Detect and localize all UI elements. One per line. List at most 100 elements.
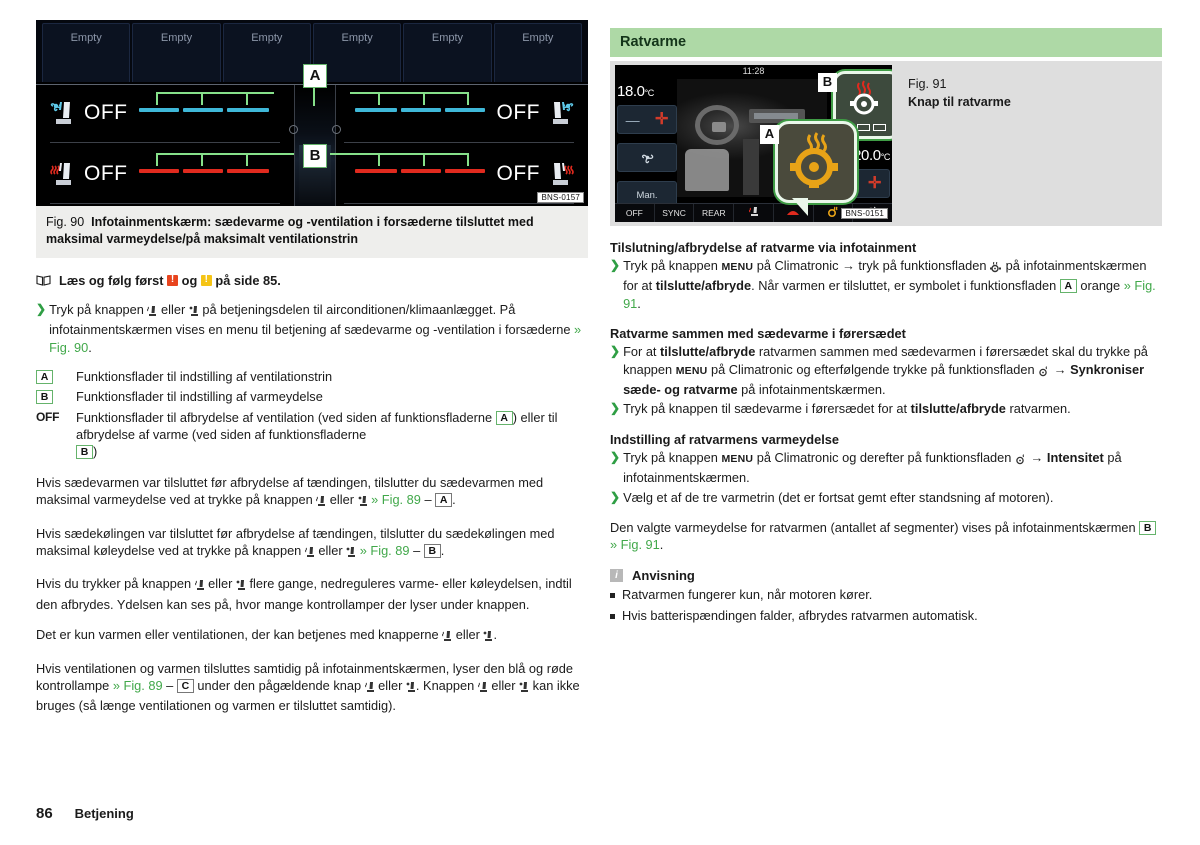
- left-climate-column: 18.0°C — ✛ Man.: [617, 83, 677, 210]
- seat-vent-button-icon: [406, 680, 416, 697]
- seat-heat-button[interactable]: [734, 204, 774, 222]
- bullet-chevron-icon: ❯: [610, 258, 621, 272]
- legend-box-a: A: [36, 369, 53, 384]
- left-temp-value: 18.0: [617, 83, 645, 100]
- off-button[interactable]: OFF: [615, 204, 655, 222]
- heat-segment-left-1[interactable]: [139, 169, 179, 173]
- bracket-tick: [156, 153, 158, 166]
- left-temperature-readout: 18.0°C: [617, 83, 677, 100]
- heat-segment-right-3[interactable]: [445, 169, 485, 173]
- off-label-heat-left[interactable]: OFF: [84, 162, 128, 186]
- ventilation-row-right: OFF: [330, 85, 588, 145]
- vent-segment-right-1[interactable]: [355, 108, 397, 112]
- steering-wheel-heating-button-icon: [790, 132, 838, 188]
- steering-wheel-heat-icon: [850, 80, 878, 115]
- heat-segment-right-2[interactable]: [401, 169, 441, 173]
- legend-key-b: B: [36, 388, 76, 405]
- bullet-chevron-icon: ❯: [610, 344, 621, 359]
- figure-code-bns0151: BNS-0151: [841, 208, 888, 219]
- figure-90-legend: A Funktionsflader til indstilling af ven…: [36, 368, 588, 461]
- center-console-graphic: [743, 139, 759, 195]
- page-footer: 86 Betjening: [36, 805, 134, 822]
- rear-button[interactable]: REAR: [694, 204, 735, 222]
- figure-90-block: Empty Empty Empty Empty Empty Empty OFF …: [36, 20, 588, 258]
- tile-empty-6: Empty: [493, 23, 582, 82]
- heat-segment-left-2[interactable]: [183, 169, 223, 173]
- vent-bracket-left: [156, 92, 274, 94]
- seat-heat-button-icon: [442, 629, 452, 646]
- bullet-infotainment-1: ❯ Tryk på knappen MENU på Climatronic → …: [610, 258, 1156, 311]
- row-divider: [50, 203, 280, 204]
- figure-90-caption: Fig. 90 Infotainmentskærm: sædevarme og …: [36, 206, 588, 258]
- bracket-tick: [156, 92, 158, 105]
- menu-key-label: MENU: [721, 452, 754, 465]
- plus-icon[interactable]: ✛: [868, 175, 881, 192]
- closing-paragraph: Den valgte varmeydelse for ratvarmen (an…: [610, 519, 1162, 554]
- bullet-chevron-icon: ❯: [610, 489, 621, 504]
- heat-segment-right-1[interactable]: [355, 169, 397, 173]
- note-heading: i Anvisning: [610, 568, 1162, 583]
- figure-91-caption-text: Knap til ratvarme: [908, 95, 1011, 110]
- vent-segment-right-3[interactable]: [445, 108, 485, 112]
- callout-b-label: B: [818, 73, 837, 92]
- tile-empty-3: Empty: [222, 23, 311, 82]
- infotainment-screen-fig90: Empty Empty Empty Empty Empty Empty OFF …: [36, 20, 588, 206]
- front-right-seat-controls: OFF OFF: [330, 85, 588, 206]
- vent-segment-right-2[interactable]: [401, 108, 441, 112]
- vent-segment-left-1[interactable]: [139, 108, 179, 112]
- legend-row-off: OFF Funktionsflader til afbrydelse af ve…: [36, 409, 588, 461]
- vent-segment-left-2[interactable]: [183, 108, 223, 112]
- legend-row-b: B Funktionsflader til indstilling af var…: [36, 388, 588, 405]
- bracket-tick: [201, 153, 203, 166]
- seat-heat-button-icon: [477, 680, 488, 697]
- book-icon: [36, 274, 51, 289]
- note-item-2: Hvis batterispændingen falder, afbrydes …: [610, 607, 1162, 625]
- bracket-tick: [467, 92, 469, 105]
- front-left-seat-controls: OFF OFF: [36, 85, 294, 206]
- plus-icon[interactable]: ✛: [655, 111, 668, 128]
- bullet-heatoutput-2: ❯ Vælg et af de tre varmetrin (det er fo…: [610, 489, 1162, 506]
- inline-box-b: B: [423, 544, 441, 559]
- right-column: Ratvarme 11:28 18.0°C — ✛ Man. 20.0°C ✛ …: [610, 28, 1162, 625]
- left-temp-unit: °C: [644, 88, 655, 98]
- bullet-seatheat-2: ❯ Tryk på knappen til sædevarme i førers…: [610, 401, 1071, 417]
- vent-segment-left-3[interactable]: [227, 108, 269, 112]
- fan-button[interactable]: [617, 143, 677, 172]
- manual-page: Empty Empty Empty Empty Empty Empty OFF …: [0, 0, 1200, 845]
- seat-heat-button-icon: [194, 578, 205, 595]
- seat-heating-icon: [553, 163, 574, 185]
- gear-icon: [1015, 452, 1027, 469]
- seat-vent-button-icon: [519, 680, 529, 697]
- inline-box-a: A: [1059, 279, 1077, 294]
- figure-code-bns0157: BNS-0157: [537, 192, 584, 203]
- bullet-chevron-icon: ❯: [36, 301, 47, 316]
- left-temp-stepper[interactable]: — ✛: [617, 105, 677, 134]
- figure-91-caption: Fig. 91 Knap til ratvarme: [908, 75, 1011, 112]
- heat-segment-left-3[interactable]: [227, 169, 269, 173]
- paragraph-1: Hvis sædevarmen var tilsluttet før afbry…: [36, 474, 588, 512]
- figure-90-caption-text: Infotainmentskærm: sædevarme og -ventila…: [46, 215, 534, 246]
- sync-button[interactable]: SYNC: [655, 204, 695, 222]
- off-label-vent-right[interactable]: OFF: [497, 101, 541, 125]
- callout-bubble-a[interactable]: [775, 121, 857, 216]
- warning-danger-icon: [167, 273, 179, 287]
- off-label-heat-right[interactable]: OFF: [497, 162, 541, 186]
- tile-empty-5: Empty: [403, 23, 492, 82]
- off-label-vent-left[interactable]: OFF: [84, 101, 128, 125]
- seat-vent-button-icon: [346, 545, 356, 562]
- inline-box-a: A: [435, 493, 453, 508]
- row-divider: [344, 203, 574, 204]
- section-heading-ratvarme: Ratvarme: [610, 28, 1162, 57]
- minus-icon[interactable]: —: [626, 113, 640, 127]
- inline-box-b: B: [76, 445, 93, 460]
- seat-heat-button-icon: [364, 680, 375, 697]
- bracket-tick: [467, 153, 469, 166]
- seat-vent-button-icon: [236, 578, 246, 595]
- bullet-heatoutput-2-text: Vælg et af de tre varmetrin (det er fort…: [623, 489, 1054, 505]
- intro-bullet-text: Tryk på knappen eller på betjeningsdelen…: [49, 301, 582, 355]
- seat-vent-button-icon: [189, 304, 199, 321]
- read-first-mid: og: [181, 272, 198, 288]
- figure-91-id: Fig. 91: [908, 77, 947, 91]
- read-first-line: Læs og følg først og på side 85.: [36, 273, 588, 289]
- inline-box-c: C: [176, 679, 194, 693]
